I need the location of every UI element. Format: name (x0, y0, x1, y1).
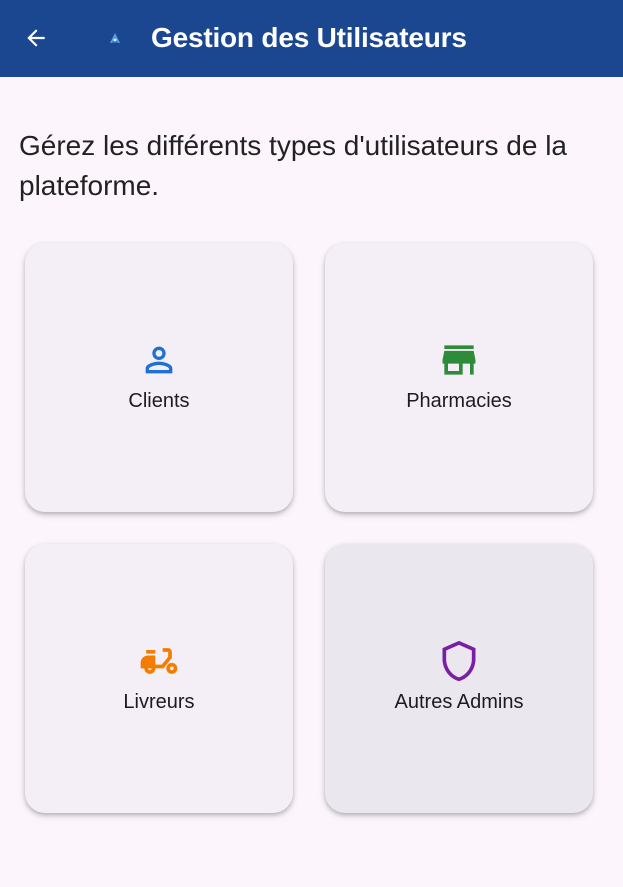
shield-icon (435, 637, 483, 685)
card-livreurs[interactable]: Livreurs (25, 544, 293, 813)
card-autres-admins[interactable]: Autres Admins (325, 544, 593, 813)
intro-text: Gérez les différents types d'utilisateur… (19, 130, 567, 201)
app-logo-icon (107, 30, 123, 46)
arrow-left-icon (27, 29, 45, 47)
card-label: Livreurs (123, 691, 195, 713)
card-clients[interactable]: Clients (25, 243, 293, 512)
store-icon (435, 336, 483, 384)
person-icon (135, 336, 183, 384)
app-bar: Gestion des Utilisateurs (0, 0, 623, 77)
page-title: Gestion des Utilisateurs (151, 22, 467, 53)
user-type-grid: Clients Pharmacies Livreurs Autres Admin… (25, 243, 595, 813)
back-button[interactable] (22, 24, 50, 52)
card-label: Clients (128, 390, 190, 412)
card-pharmacies[interactable]: Pharmacies (325, 243, 593, 512)
card-label: Autres Admins (394, 691, 524, 713)
card-label: Pharmacies (406, 390, 512, 412)
moped-icon (135, 637, 183, 685)
